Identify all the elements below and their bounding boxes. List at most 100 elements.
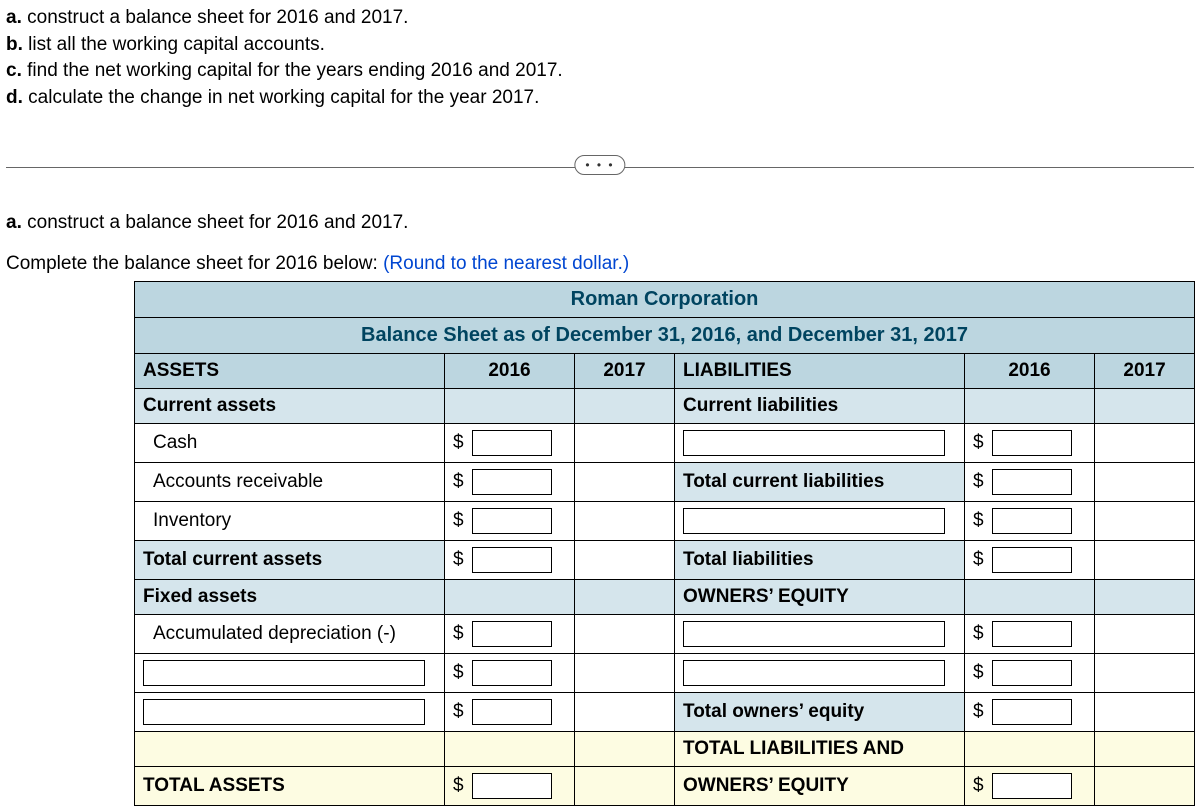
spacer-row: TOTAL LIABILITIES AND bbox=[135, 732, 1195, 767]
fixed-assets-label: Fixed assets bbox=[135, 580, 445, 615]
tca-2016-input[interactable] bbox=[472, 547, 552, 573]
oe-item1-input[interactable] bbox=[683, 621, 945, 647]
tcl-label: Total current liabilities bbox=[675, 463, 965, 502]
inv-label: Inventory bbox=[135, 502, 445, 541]
ta-2016-cell: $ bbox=[445, 767, 575, 806]
liab-item2-2016-input[interactable] bbox=[992, 508, 1072, 534]
liab-2016-head: 2016 bbox=[965, 354, 1095, 389]
asset-item2-input[interactable] bbox=[143, 699, 425, 725]
column-headers: ASSETS 2016 2017 LIABILITIES 2016 2017 bbox=[135, 354, 1195, 389]
cl-2017-blank bbox=[1095, 389, 1195, 424]
liab-item1-input[interactable] bbox=[683, 430, 945, 456]
section-a-prompt: a. construct a balance sheet for 2016 an… bbox=[6, 211, 1194, 236]
oe-item2-2016-input[interactable] bbox=[992, 660, 1072, 686]
inv-2016-input[interactable] bbox=[472, 508, 552, 534]
totals-row: TOTAL ASSETS $ OWNERS’ EQUITY $ bbox=[135, 767, 1195, 806]
fixed-row: Fixed assets OWNERS’ EQUITY bbox=[135, 580, 1195, 615]
assets-head: ASSETS bbox=[135, 354, 445, 389]
tl-2016-input[interactable] bbox=[992, 547, 1072, 573]
tcl-2016-cell: $ bbox=[965, 463, 1095, 502]
current-liabilities-label: Current liabilities bbox=[675, 389, 965, 424]
oe-item2-cell bbox=[675, 654, 965, 693]
question-a-letter: a. bbox=[6, 7, 22, 28]
oe-item2-2016-cell: $ bbox=[965, 654, 1095, 693]
rounding-note: (Round to the nearest dollar.) bbox=[383, 253, 629, 274]
liab-item1-2016-input[interactable] bbox=[992, 430, 1072, 456]
asset-item2-2016-cell: $ bbox=[445, 693, 575, 732]
section-a-text: construct a balance sheet for 2016 and 2… bbox=[22, 212, 409, 233]
ca-2016-blank bbox=[445, 389, 575, 424]
dollar-sign: $ bbox=[453, 775, 467, 797]
asset-item1-2017-cell bbox=[575, 654, 675, 693]
dollar-sign: $ bbox=[453, 623, 467, 645]
oe-2016-blank bbox=[965, 580, 1095, 615]
liab-item1-2016-cell: $ bbox=[965, 424, 1095, 463]
cash-2017-cell bbox=[575, 424, 675, 463]
sheet-subtitle: Balance Sheet as of December 31, 2016, a… bbox=[135, 318, 1195, 354]
tloe-2016-input[interactable] bbox=[992, 773, 1072, 799]
cash-label: Cash bbox=[135, 424, 445, 463]
toe-2017-cell bbox=[1095, 693, 1195, 732]
asset-item2-row: $ Total owners’ equity $ bbox=[135, 693, 1195, 732]
question-d-letter: d. bbox=[6, 87, 23, 108]
dollar-sign: $ bbox=[973, 510, 987, 532]
liab-item2-2017-cell bbox=[1095, 502, 1195, 541]
tca-label: Total current assets bbox=[135, 541, 445, 580]
ar-2016-input[interactable] bbox=[472, 469, 552, 495]
accdep-2016-input[interactable] bbox=[472, 621, 552, 647]
tloe-2016-cell: $ bbox=[965, 767, 1095, 806]
asset-item1-cell bbox=[135, 654, 445, 693]
dollar-sign: $ bbox=[973, 432, 987, 454]
spacer-2016 bbox=[445, 732, 575, 767]
balance-sheet-table: Roman Corporation Balance Sheet as of De… bbox=[134, 281, 1195, 806]
ar-2017-cell bbox=[575, 463, 675, 502]
asset-item2-cell bbox=[135, 693, 445, 732]
question-b-text: list all the working capital accounts. bbox=[23, 34, 325, 55]
question-c: c. find the net working capital for the … bbox=[6, 59, 1194, 84]
toe-2016-cell: $ bbox=[965, 693, 1095, 732]
asset-item1-input[interactable] bbox=[143, 660, 425, 686]
ar-label: Accounts receivable bbox=[135, 463, 445, 502]
cash-2016-cell: $ bbox=[445, 424, 575, 463]
current-assets-label: Current assets bbox=[135, 389, 445, 424]
dollar-sign: $ bbox=[973, 471, 987, 493]
ta-2016-input[interactable] bbox=[472, 773, 552, 799]
inv-row: Inventory $ $ bbox=[135, 502, 1195, 541]
inv-2016-cell: $ bbox=[445, 502, 575, 541]
liab-item2-input[interactable] bbox=[683, 508, 945, 534]
accdep-2016-cell: $ bbox=[445, 615, 575, 654]
tca-2017-cell bbox=[575, 541, 675, 580]
dollar-sign: $ bbox=[973, 775, 987, 797]
oe-item2-input[interactable] bbox=[683, 660, 945, 686]
toe-label: Total owners’ equity bbox=[675, 693, 965, 732]
asset-item1-2016-cell: $ bbox=[445, 654, 575, 693]
tcl-2016-input[interactable] bbox=[992, 469, 1072, 495]
oe-item2-2017-cell bbox=[1095, 654, 1195, 693]
asset-item1-2016-input[interactable] bbox=[472, 660, 552, 686]
dollar-sign: $ bbox=[973, 623, 987, 645]
ta-2017-cell bbox=[575, 767, 675, 806]
oe-item1-cell bbox=[675, 615, 965, 654]
ellipsis-button[interactable]: • • • bbox=[574, 155, 625, 175]
spacer-2017 bbox=[575, 732, 675, 767]
oe-item1-2016-cell: $ bbox=[965, 615, 1095, 654]
liab-item2-cell bbox=[675, 502, 965, 541]
toe-2016-input[interactable] bbox=[992, 699, 1072, 725]
question-b: b. list all the working capital accounts… bbox=[6, 33, 1194, 58]
dollar-sign: $ bbox=[453, 662, 467, 684]
oe-item1-2016-input[interactable] bbox=[992, 621, 1072, 647]
question-a-text: construct a balance sheet for 2016 and 2… bbox=[22, 7, 409, 28]
inv-2017-cell bbox=[575, 502, 675, 541]
asset-item2-2016-input[interactable] bbox=[472, 699, 552, 725]
assets-2016-head: 2016 bbox=[445, 354, 575, 389]
tloe-2016-blank bbox=[965, 732, 1095, 767]
cash-2016-input[interactable] bbox=[472, 430, 552, 456]
accdep-label: Accumulated depreciation (-) bbox=[135, 615, 445, 654]
tl-2017-cell bbox=[1095, 541, 1195, 580]
question-c-text: find the net working capital for the yea… bbox=[22, 60, 563, 81]
cl-2016-blank bbox=[965, 389, 1095, 424]
dollar-sign: $ bbox=[973, 549, 987, 571]
accdep-row: Accumulated depreciation (-) $ $ bbox=[135, 615, 1195, 654]
tloe-label-2: OWNERS’ EQUITY bbox=[675, 767, 965, 806]
tl-label: Total liabilities bbox=[675, 541, 965, 580]
